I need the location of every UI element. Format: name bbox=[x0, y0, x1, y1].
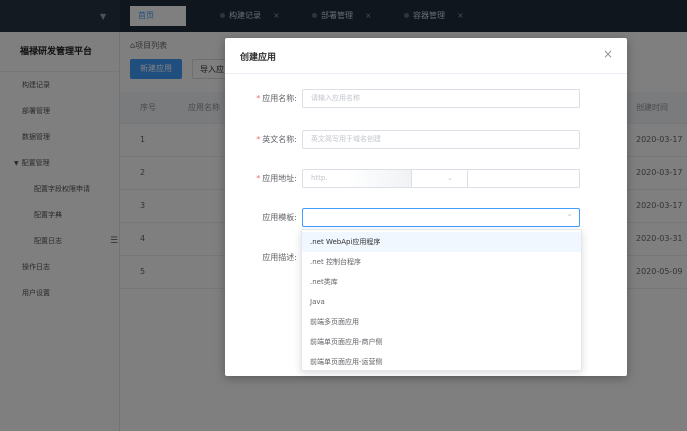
english-name-input[interactable]: 英文简写用于域名创建 bbox=[302, 130, 580, 149]
english-name-label: * 英文名称: bbox=[256, 135, 297, 144]
close-icon[interactable]: × bbox=[603, 47, 613, 61]
app-name-input[interactable]: 请输入应用名称 bbox=[302, 89, 580, 108]
template-option[interactable]: 前端多页面应用 bbox=[302, 312, 581, 332]
protocol-input[interactable]: http. bbox=[302, 169, 412, 188]
chevron-up-icon: ⌃ bbox=[566, 213, 573, 222]
app-address-label: * 应用地址: bbox=[256, 174, 297, 183]
template-label: 应用模板: bbox=[262, 213, 297, 222]
address-suffix-input[interactable] bbox=[467, 169, 580, 188]
divider bbox=[225, 73, 627, 74]
template-option[interactable]: 前端单页面应用-商户侧 bbox=[302, 332, 581, 352]
template-option[interactable]: .net WebApi应用程序 bbox=[302, 232, 581, 252]
description-label: 应用描述: bbox=[262, 253, 297, 262]
template-option[interactable]: .net 控制台程序 bbox=[302, 252, 581, 272]
domain-select[interactable]: ⌄ bbox=[411, 169, 468, 188]
template-option[interactable]: .net类库 bbox=[302, 272, 581, 292]
dialog-title: 创建应用 bbox=[240, 53, 277, 63]
template-option[interactable]: Java bbox=[302, 292, 581, 312]
template-option[interactable]: 前端单页面应用-运营侧 bbox=[302, 352, 581, 372]
app-name-label: * 应用名称: bbox=[256, 94, 297, 103]
template-select[interactable]: ⌃ bbox=[302, 208, 580, 227]
template-dropdown: .net WebApi应用程序 .net 控制台程序 .net类库 Java 前… bbox=[301, 229, 582, 371]
chevron-down-icon: ⌄ bbox=[447, 174, 453, 182]
